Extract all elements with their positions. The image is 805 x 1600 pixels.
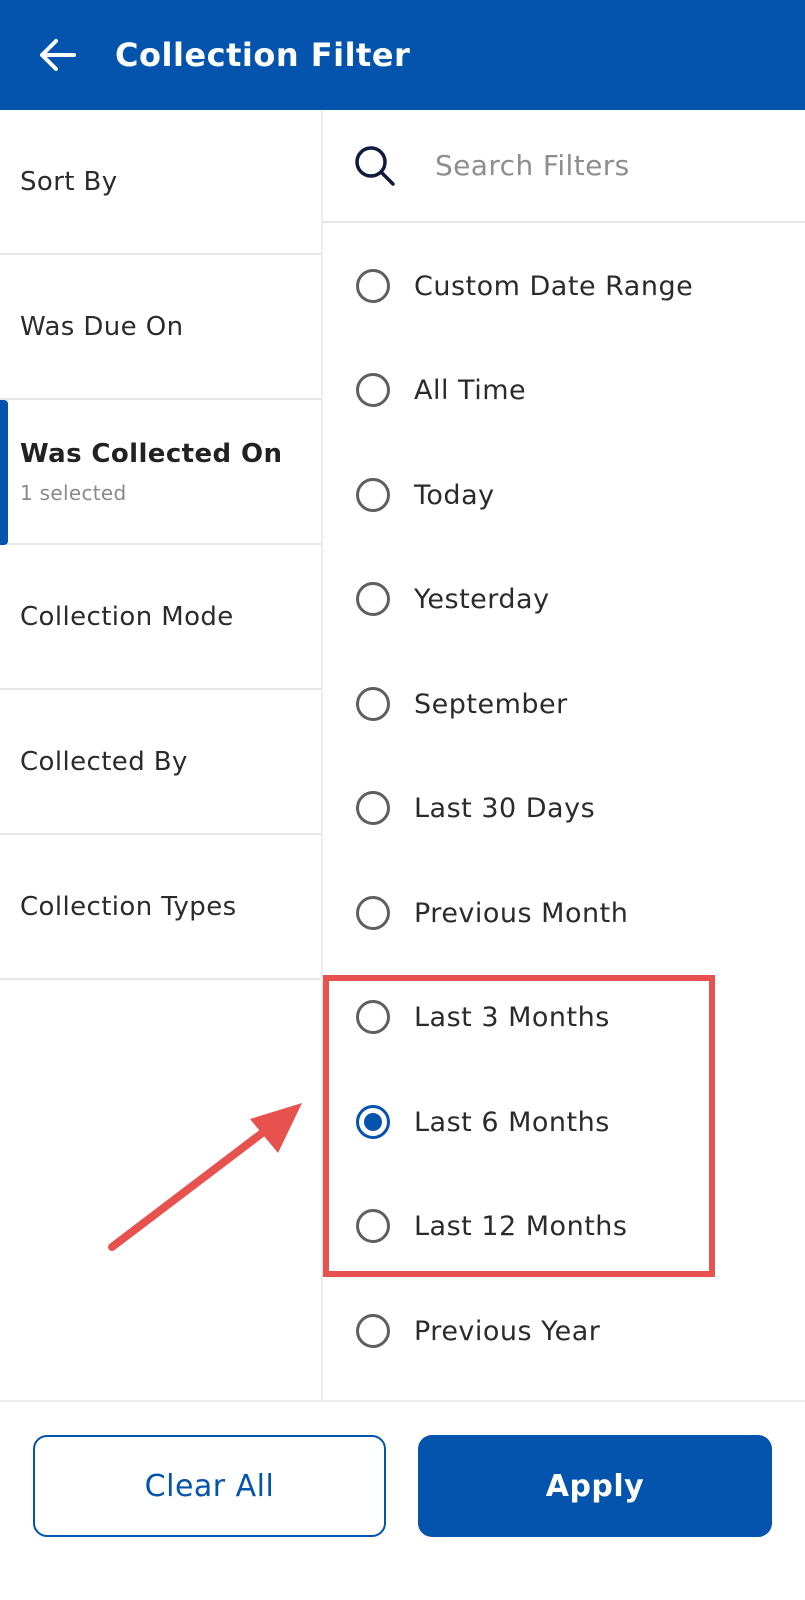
option-last-12-months[interactable]: Last 12 Months [323, 1181, 805, 1271]
radio-button[interactable] [356, 582, 390, 616]
option-all-time[interactable]: All Time [323, 345, 805, 435]
radio-button[interactable] [356, 791, 390, 825]
arrow-left-icon [40, 39, 76, 71]
sidebar-item-sort-by[interactable]: Sort By [0, 110, 321, 255]
option-label: All Time [414, 374, 527, 406]
option-label: Previous Month [414, 897, 629, 929]
sidebar-item-was-due-on[interactable]: Was Due On [0, 255, 321, 400]
option-label: Last 3 Months [414, 1001, 610, 1033]
radio-button[interactable] [356, 1000, 390, 1034]
radio-button[interactable] [356, 373, 390, 407]
option-label: Previous Year [414, 1315, 601, 1347]
option-today[interactable]: Today [323, 450, 805, 540]
search-icon[interactable] [353, 144, 397, 188]
sidebar-item-label: Collection Mode [20, 601, 234, 632]
back-button[interactable] [27, 25, 87, 85]
clear-all-button[interactable]: Clear All [33, 1435, 386, 1537]
selected-count: 1 selected [20, 480, 127, 505]
sidebar-item-collected-by[interactable]: Collected By [0, 690, 321, 835]
search-input[interactable] [435, 149, 775, 182]
sidebar-item-label: Was Due On [20, 311, 184, 342]
option-last-6-months[interactable]: Last 6 Months [323, 1077, 805, 1167]
option-last-3-months[interactable]: Last 3 Months [323, 972, 805, 1062]
radio-button-selected[interactable] [356, 1105, 390, 1139]
option-previous-year[interactable]: Previous Year [323, 1286, 805, 1376]
option-yesterday[interactable]: Yesterday [323, 554, 805, 644]
radio-dot [364, 1113, 382, 1131]
search-bar [323, 110, 805, 223]
option-label: September [414, 688, 568, 720]
sidebar-item-collection-types[interactable]: Collection Types [0, 835, 321, 980]
footer-actions: Clear All Apply [0, 1400, 805, 1600]
radio-button[interactable] [356, 478, 390, 512]
app-header: Collection Filter [0, 0, 805, 110]
option-previous-month[interactable]: Previous Month [323, 868, 805, 958]
option-custom-date-range[interactable]: Custom Date Range [323, 241, 805, 331]
sidebar-item-label: Was Collected On [20, 438, 283, 469]
sidebar-item-label: Sort By [20, 166, 118, 197]
active-indicator [0, 400, 8, 545]
radio-button[interactable] [356, 269, 390, 303]
option-label: Last 12 Months [414, 1210, 628, 1242]
filter-body: Sort By Was Due On Was Collected On 1 se… [0, 110, 805, 1400]
radio-button[interactable] [356, 687, 390, 721]
page-title: Collection Filter [115, 36, 411, 74]
sidebar-item-label: Collected By [20, 746, 188, 777]
sidebar-item-label: Collection Types [20, 891, 237, 922]
filter-options-panel: Custom Date Range All Time Today Yesterd… [323, 110, 805, 1400]
option-label: Last 30 Days [414, 792, 596, 824]
radio-button[interactable] [356, 1314, 390, 1348]
sidebar-item-collection-mode[interactable]: Collection Mode [0, 545, 321, 690]
option-label: Last 6 Months [414, 1106, 610, 1138]
option-september[interactable]: September [323, 659, 805, 749]
option-label: Today [414, 479, 495, 511]
filter-category-sidebar: Sort By Was Due On Was Collected On 1 se… [0, 110, 323, 1400]
radio-button[interactable] [356, 1209, 390, 1243]
option-label: Custom Date Range [414, 270, 694, 302]
radio-button[interactable] [356, 896, 390, 930]
sidebar-item-was-collected-on[interactable]: Was Collected On 1 selected [0, 400, 321, 545]
apply-button[interactable]: Apply [418, 1435, 772, 1537]
option-label: Yesterday [414, 583, 550, 615]
option-last-30-days[interactable]: Last 30 Days [323, 763, 805, 853]
